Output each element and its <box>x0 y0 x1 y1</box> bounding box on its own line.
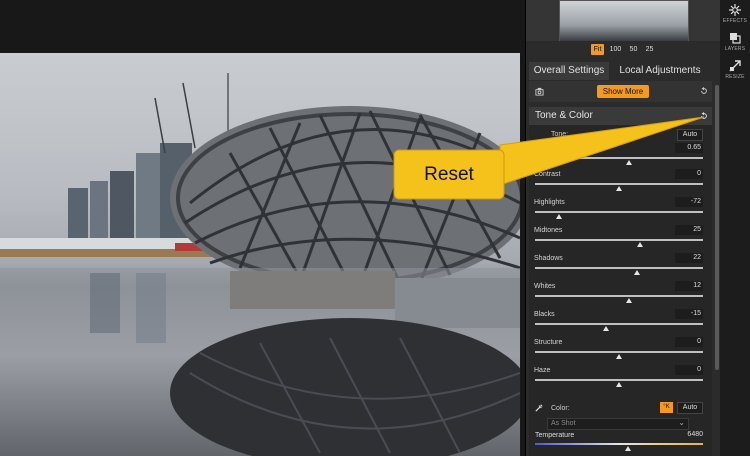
whites-track <box>535 295 703 297</box>
tone-label: Tone: <box>551 131 569 138</box>
haze-knob[interactable] <box>616 382 622 387</box>
contrast-value[interactable]: 0 <box>675 169 703 179</box>
side-toolbar: EFFECTS LAYERS RESIZE <box>720 0 750 456</box>
snapshot-icon[interactable] <box>535 87 544 96</box>
tool-effects-label: EFFECTS <box>722 18 748 24</box>
highlights-label: Highlights <box>534 199 565 206</box>
tool-resize-label: RESIZE <box>725 74 745 80</box>
haze-label: Haze <box>534 367 551 374</box>
effects-icon <box>729 4 741 16</box>
navigator <box>526 0 721 42</box>
navigator-thumbnail[interactable] <box>559 0 689 42</box>
structure-track <box>535 351 703 353</box>
contrast-label: Contrast <box>534 171 561 178</box>
whites-value[interactable]: 12 <box>675 281 703 291</box>
resize-icon <box>729 60 741 72</box>
blacks-knob[interactable] <box>603 326 610 331</box>
tone-color-section: Tone & Color Tone: Auto 0.65 Contrast 0 Hi… <box>529 107 712 456</box>
panel-tabs: Overall Settings Local Adjustments <box>526 62 721 80</box>
haze-slider[interactable]: Haze 0 <box>529 365 712 395</box>
action-bar: Show More <box>529 81 712 102</box>
shadows-label: Shadows <box>534 255 563 262</box>
photo[interactable] <box>0 53 520 456</box>
midtones-label: Midtones <box>534 227 563 234</box>
tool-effects[interactable]: EFFECTS <box>720 4 750 24</box>
blacks-slider[interactable]: Blacks -15 <box>529 309 712 339</box>
zoom-controls: Fit 100 50 25 <box>526 41 721 60</box>
tool-layers[interactable]: LAYERS <box>720 32 750 52</box>
blacks-label: Blacks <box>534 311 555 318</box>
shadows-value[interactable]: 22 <box>675 253 703 263</box>
haze-track <box>535 379 703 381</box>
zoom-50-button[interactable]: 50 <box>627 44 641 55</box>
tab-overall-settings[interactable]: Overall Settings <box>529 62 609 80</box>
structure-knob[interactable] <box>616 354 622 359</box>
highlights-track <box>535 211 703 213</box>
bridge-photo <box>0 73 520 456</box>
contrast-track <box>535 183 703 185</box>
highlights-value[interactable]: -72 <box>675 197 703 207</box>
section-title: Tone & Color <box>535 110 593 121</box>
shadows-knob[interactable] <box>634 270 641 275</box>
temperature-value[interactable]: 6480 <box>687 431 703 438</box>
tab-local-adjustments[interactable]: Local Adjustments <box>610 62 710 80</box>
haze-value[interactable]: 0 <box>675 365 703 375</box>
canvas-margin <box>0 0 525 53</box>
tool-layers-label: LAYERS <box>724 46 746 52</box>
midtones-slider[interactable]: Midtones 25 <box>529 225 712 255</box>
image-canvas[interactable] <box>0 0 525 456</box>
eyedropper-icon[interactable] <box>535 404 543 412</box>
highlights-knob[interactable] <box>555 214 562 219</box>
kelvin-toggle[interactable]: °K <box>660 402 673 413</box>
temperature-track[interactable] <box>535 443 703 445</box>
structure-value[interactable]: 0 <box>675 337 703 347</box>
zoom-fit-button[interactable]: Fit <box>590 44 605 55</box>
white-balance-value: As Shot <box>551 420 576 427</box>
chevron-down-icon: ⌄ <box>678 418 685 427</box>
zoom-100-button[interactable]: 100 <box>607 44 625 55</box>
exposure-track <box>535 157 703 159</box>
whites-knob[interactable] <box>626 298 633 303</box>
layers-icon <box>730 33 741 44</box>
section-header[interactable]: Tone & Color <box>529 107 712 125</box>
reset-all-icon[interactable] <box>700 87 708 95</box>
blacks-value[interactable]: -15 <box>675 309 703 319</box>
blacks-track <box>535 323 703 325</box>
whites-label: Whites <box>534 283 556 290</box>
color-label: Color: <box>551 405 570 412</box>
zoom-25-button[interactable]: 25 <box>643 44 657 55</box>
exposure-value[interactable]: 0.65 <box>675 143 703 153</box>
midtones-value[interactable]: 25 <box>675 225 703 235</box>
highlights-slider[interactable]: Highlights -72 <box>529 197 712 227</box>
exposure-knob[interactable] <box>626 160 632 165</box>
midtones-track <box>535 239 703 241</box>
contrast-slider[interactable]: Contrast 0 <box>529 169 712 199</box>
show-more-button[interactable]: Show More <box>597 85 649 98</box>
white-balance-select[interactable]: As Shot ⌄ <box>547 418 689 430</box>
structure-label: Structure <box>534 339 563 346</box>
midtones-knob[interactable] <box>637 242 643 247</box>
temperature-knob[interactable] <box>625 446 631 451</box>
tool-resize[interactable]: RESIZE <box>720 60 750 80</box>
structure-slider[interactable]: Structure 0 <box>529 337 712 367</box>
adjustments-panel: Fit 100 50 25 Overall Settings Local Adj… <box>525 0 721 456</box>
tone-auto-button[interactable]: Auto <box>677 129 703 141</box>
color-auto-button[interactable]: Auto <box>677 402 703 414</box>
temperature-label: Temperature <box>535 432 575 439</box>
contrast-knob[interactable] <box>616 186 622 191</box>
shadows-track <box>535 267 703 269</box>
callout-label: Reset <box>424 164 474 185</box>
whites-slider[interactable]: Whites 12 <box>529 281 712 311</box>
reset-icon[interactable] <box>700 112 708 120</box>
panel-scrollbar[interactable] <box>715 85 719 370</box>
shadows-slider[interactable]: Shadows 22 <box>529 253 712 283</box>
